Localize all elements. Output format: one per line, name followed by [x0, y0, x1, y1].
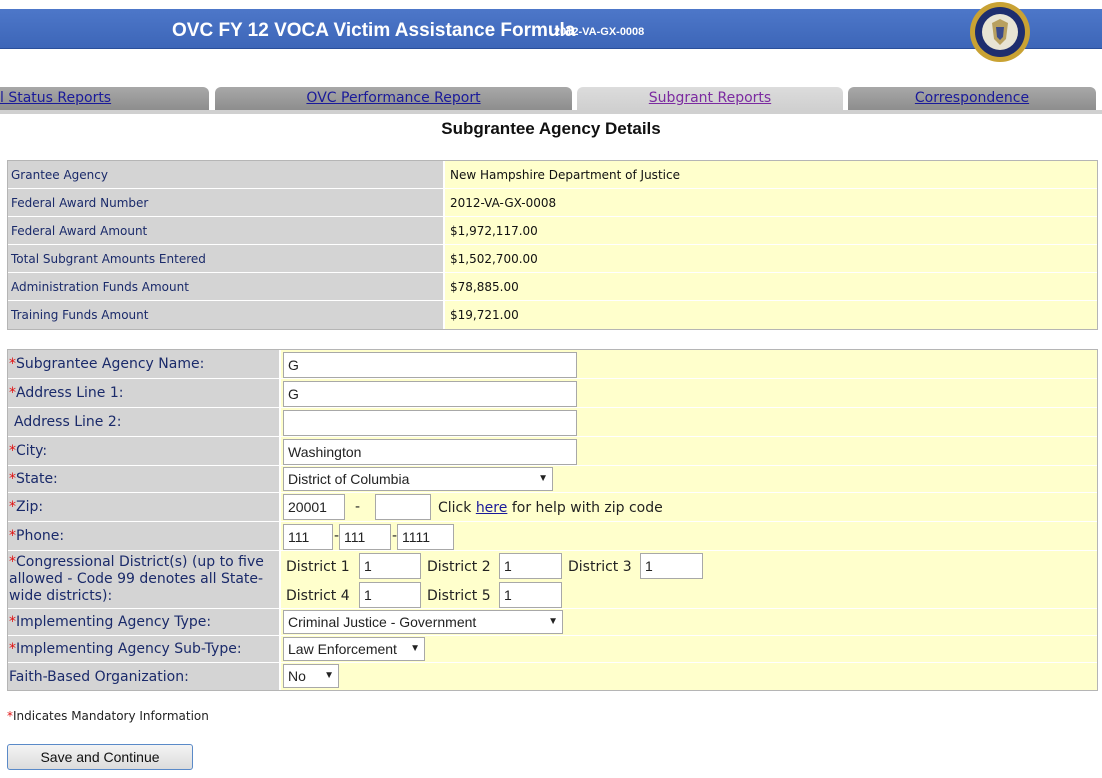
form-row-agency-name: * Subgrantee Agency Name: G — [8, 350, 1097, 379]
zip5-input[interactable]: 20001 — [283, 494, 345, 520]
app-title: OVC FY 12 VOCA Victim Assistance Formula — [172, 20, 576, 41]
summary-row: Grantee Agency New Hampshire Department … — [8, 161, 1097, 189]
form-row-address2: Address Line 2: — [8, 408, 1097, 437]
tab-ovc-performance-report-label[interactable]: OVC Performance Report — [306, 90, 480, 106]
agency-name-label: * Subgrantee Agency Name: — [8, 350, 281, 378]
form-row-state: * State: District of Columbia ▼ — [8, 466, 1097, 493]
required-mark: * — [9, 554, 16, 570]
summary-label: Training Funds Amount — [8, 301, 445, 329]
form-row-phone: * Phone: 111 - 111 - 1111 — [8, 522, 1097, 551]
summary-label: Administration Funds Amount — [8, 273, 445, 300]
district-1-input[interactable]: 1 — [359, 553, 421, 579]
districts-label: *Congressional District(s) (up to five a… — [8, 551, 281, 608]
subgrantee-form: * Subgrantee Agency Name: G * Address Line… — [7, 349, 1098, 691]
district-5-label: District 5 — [427, 588, 491, 604]
summary-value: $78,885.00 — [445, 273, 1097, 300]
tab-subgrant-reports-label[interactable]: Subgrant Reports — [649, 90, 771, 106]
required-mark: * — [9, 499, 16, 515]
required-mark: * — [9, 471, 16, 487]
summary-row: Total Subgrant Amounts Entered $1,502,70… — [8, 245, 1097, 273]
summary-row: Federal Award Number 2012-VA-GX-0008 — [8, 189, 1097, 217]
tab-bar: l Status Reports OVC Performance Report … — [0, 87, 1102, 111]
required-mark: * — [9, 385, 16, 401]
phone-label: * Phone: — [8, 522, 281, 550]
district-4-label: District 4 — [286, 588, 350, 604]
form-row-zip: * Zip: 20001 - Click here for help with z… — [8, 493, 1097, 522]
phone-prefix-input[interactable]: 111 — [339, 524, 391, 550]
summary-row: Federal Award Amount $1,972,117.00 — [8, 217, 1097, 245]
address2-label: Address Line 2: — [8, 408, 281, 436]
summary-label: Total Subgrant Amounts Entered — [8, 245, 445, 272]
chevron-down-icon: ▼ — [324, 670, 334, 681]
summary-value: $1,502,700.00 — [445, 245, 1097, 272]
tab-subgrant-reports[interactable]: Subgrant Reports — [577, 87, 843, 111]
doj-seal-icon — [970, 2, 1030, 62]
agency-type-select[interactable]: Criminal Justice - Government ▼ — [283, 610, 563, 634]
agency-type-label: * Implementing Agency Type: — [8, 609, 281, 635]
form-row-districts: *Congressional District(s) (up to five a… — [8, 551, 1097, 609]
agency-name-input[interactable]: G — [283, 352, 577, 378]
address1-label: * Address Line 1: — [8, 379, 281, 407]
faith-based-select[interactable]: No ▼ — [283, 664, 339, 688]
district-2-label: District 2 — [427, 559, 491, 575]
address2-input[interactable] — [283, 410, 577, 436]
required-mark: * — [9, 356, 16, 372]
chevron-down-icon: ▼ — [548, 616, 558, 627]
district-3-input[interactable]: 1 — [640, 553, 703, 579]
tab-correspondence[interactable]: Correspondence — [848, 87, 1096, 111]
summary-value: 2012-VA-GX-0008 — [445, 189, 1097, 216]
summary-value: New Hampshire Department of Justice — [445, 161, 1097, 188]
required-mark: * — [9, 614, 16, 630]
chevron-down-icon: ▼ — [538, 473, 548, 484]
district-1-label: District 1 — [286, 559, 350, 575]
save-and-continue-button[interactable]: Save and Continue — [7, 744, 193, 770]
phone-line-input[interactable]: 1111 — [397, 524, 454, 550]
zip-help-text: Click here for help with zip code — [438, 500, 663, 516]
city-input[interactable]: Washington — [283, 439, 577, 465]
tab-correspondence-label[interactable]: Correspondence — [915, 90, 1029, 106]
tab-status-reports-label[interactable]: l Status Reports — [0, 87, 111, 109]
state-select[interactable]: District of Columbia ▼ — [283, 467, 553, 491]
required-mark: * — [9, 443, 16, 459]
tab-underline — [0, 110, 1102, 114]
agency-subtype-select[interactable]: Law Enforcement ▼ — [283, 637, 425, 661]
tab-ovc-performance-report[interactable]: OVC Performance Report — [215, 87, 572, 111]
required-mark: * — [9, 528, 16, 544]
summary-value: $1,972,117.00 — [445, 217, 1097, 244]
address1-input[interactable]: G — [283, 381, 577, 407]
form-row-city: * City: Washington — [8, 437, 1097, 466]
grant-summary-table: Grantee Agency New Hampshire Department … — [7, 160, 1098, 330]
header-banner: OVC FY 12 VOCA Victim Assistance Formula… — [0, 9, 1102, 49]
mandatory-note: *Indicates Mandatory Information — [7, 709, 209, 723]
summary-value: $19,721.00 — [445, 301, 1097, 329]
award-code: 2012-VA-GX-0008 — [554, 26, 645, 38]
summary-label: Federal Award Amount — [8, 217, 445, 244]
page-title: Subgrantee Agency Details — [441, 119, 661, 138]
required-mark: * — [9, 641, 16, 657]
summary-row: Training Funds Amount $19,721.00 — [8, 301, 1097, 329]
summary-label: Federal Award Number — [8, 189, 445, 216]
form-row-address1: * Address Line 1: G — [8, 379, 1097, 408]
summary-row: Administration Funds Amount $78,885.00 — [8, 273, 1097, 301]
faith-based-label: Faith-Based Organization: — [8, 663, 281, 690]
district-3-label: District 3 — [568, 559, 632, 575]
form-row-agency-type: * Implementing Agency Type: Criminal Just… — [8, 609, 1097, 636]
city-label: * City: — [8, 437, 281, 465]
tab-status-reports[interactable]: l Status Reports — [0, 87, 209, 111]
district-5-input[interactable]: 1 — [499, 582, 562, 608]
district-4-input[interactable]: 1 — [359, 582, 421, 608]
chevron-down-icon: ▼ — [410, 643, 420, 654]
zip-help-link[interactable]: here — [476, 500, 508, 516]
agency-subtype-label: * Implementing Agency Sub-Type: — [8, 636, 281, 662]
zip4-input[interactable] — [375, 494, 431, 520]
phone-area-input[interactable]: 111 — [283, 524, 333, 550]
form-row-agency-subtype: * Implementing Agency Sub-Type: Law Enfor… — [8, 636, 1097, 663]
summary-label: Grantee Agency — [8, 161, 445, 188]
district-2-input[interactable]: 1 — [499, 553, 562, 579]
form-row-faith-based: Faith-Based Organization: No ▼ — [8, 663, 1097, 690]
zip-dash: - — [355, 499, 361, 515]
state-label: * State: — [8, 466, 281, 492]
zip-label: * Zip: — [8, 493, 281, 521]
